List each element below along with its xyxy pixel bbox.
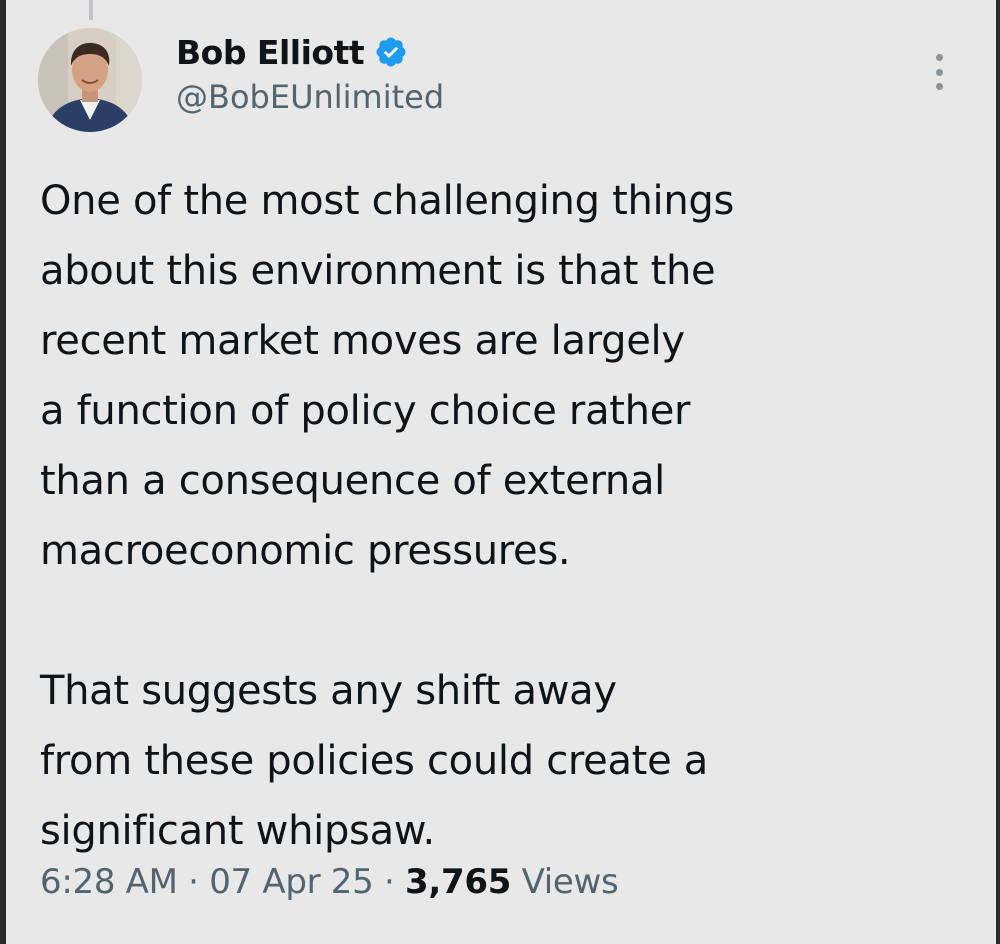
avatar[interactable]	[38, 28, 142, 132]
frame-edge-left	[0, 0, 6, 944]
views-label: Views	[521, 862, 619, 902]
tweet-line: recent market moves are largely	[40, 318, 685, 364]
tweet-line: than a consequence of external	[40, 458, 665, 504]
author-name-row: Bob Elliott	[176, 28, 408, 76]
more-dot	[935, 83, 943, 90]
more-options-icon[interactable]	[922, 52, 956, 92]
more-dot	[935, 68, 943, 76]
tweet-date[interactable]: 07 Apr 25	[209, 862, 374, 902]
tweet-time[interactable]: 6:28 AM	[40, 862, 178, 902]
tweet-line: That suggests any shift away	[40, 668, 617, 714]
tweet-line: about this environment is that the	[40, 248, 716, 294]
tweet-line: One of the most challenging things	[40, 178, 734, 224]
meta-separator: ·	[383, 862, 395, 902]
tweet-meta: 6:28 AM · 07 Apr 25 · 3,765 Views	[40, 862, 619, 902]
frame-edge-right	[996, 0, 1000, 944]
tweet-line: significant whipsaw.	[40, 808, 435, 854]
author-handle[interactable]: @BobEUnlimited	[176, 78, 444, 116]
tweet-line: a function of policy choice rather	[40, 388, 691, 434]
tweet-line: macroeconomic pressures.	[40, 528, 571, 574]
meta-separator: ·	[188, 862, 199, 902]
thread-connector-line	[89, 0, 93, 20]
views-count[interactable]: 3,765	[405, 862, 511, 902]
avatar-photo	[38, 28, 142, 132]
tweet-text: One of the most challenging things about…	[40, 166, 970, 866]
author-display-name[interactable]: Bob Elliott	[176, 33, 365, 72]
verified-badge-icon	[374, 35, 408, 69]
more-dot	[935, 54, 943, 61]
tweet-line: from these policies could create a	[40, 738, 709, 784]
